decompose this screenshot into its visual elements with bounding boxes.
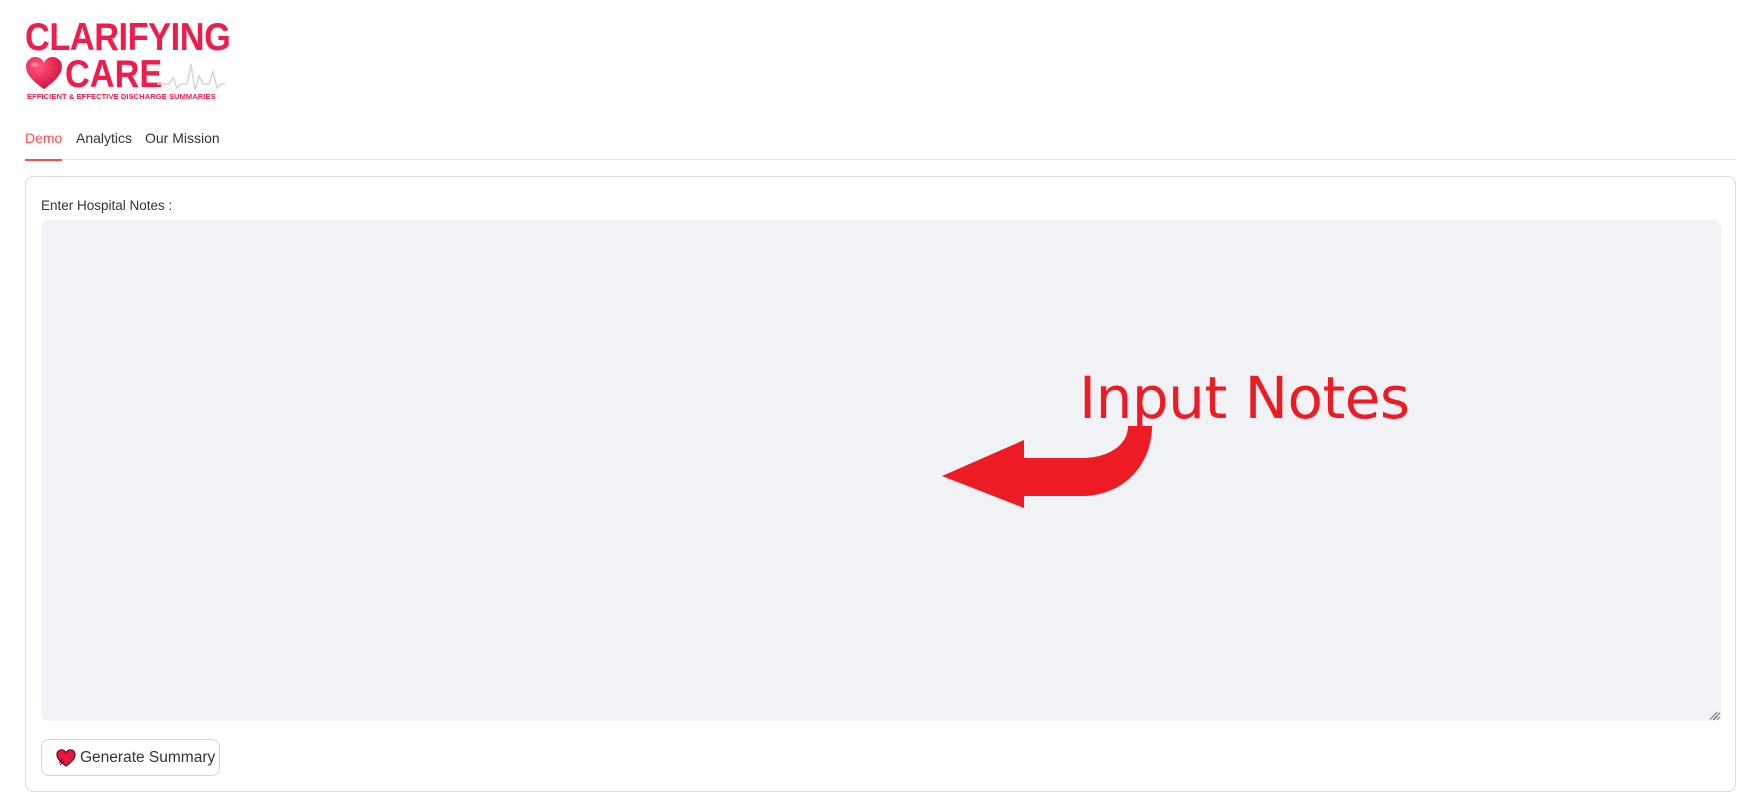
- heart-icon: [56, 748, 76, 767]
- ekg-line-icon: [157, 63, 225, 91]
- logo-text-line1: CLARIFYING: [25, 16, 231, 59]
- logo-tagline: EFFICIENT & EFFECTIVE DISCHARGE SUMMARIE…: [27, 92, 216, 101]
- notes-label: Enter Hospital Notes :: [41, 198, 173, 213]
- generate-summary-button[interactable]: Generate Summary: [41, 739, 220, 776]
- tab-demo[interactable]: Demo: [25, 130, 63, 161]
- logo-text-line2: CARE: [65, 53, 163, 96]
- tab-analytics[interactable]: Analytics: [76, 130, 132, 160]
- notes-form-card: Enter Hospital Notes : Input Notes Gener…: [25, 176, 1736, 792]
- tab-bar: Demo Analytics Our Mission: [25, 126, 1736, 161]
- resize-handle-icon[interactable]: [1709, 711, 1718, 720]
- app-page: CLARIFYING CARE EFFICIENT & EFFECTIVE DI…: [0, 0, 1757, 812]
- brand-logo: CLARIFYING CARE EFFICIENT & EFFECTIVE DI…: [25, 18, 235, 104]
- generate-summary-label: Generate Summary: [80, 748, 216, 766]
- heart-icon: [26, 57, 62, 90]
- hospital-notes-textarea[interactable]: [41, 220, 1721, 721]
- tab-our-mission[interactable]: Our Mission: [145, 130, 220, 160]
